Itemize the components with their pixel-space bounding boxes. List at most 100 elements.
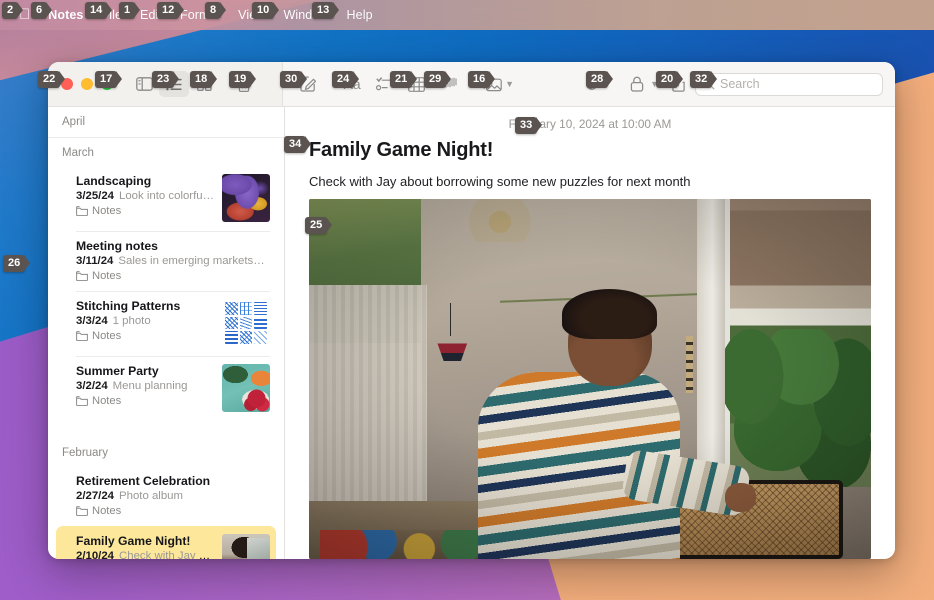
note-snippet: Sales in emerging markets… <box>118 255 265 267</box>
search-input[interactable] <box>720 77 875 91</box>
note-title: Landscaping <box>76 174 152 188</box>
window-body: April March Landscaping 3/25/24 Look into… <box>48 107 895 559</box>
note-photo[interactable] <box>309 199 871 559</box>
note-meta: Stitching Patterns 3/3/24 1 photo Notes <box>76 299 214 342</box>
note-snippet: Menu planning <box>112 380 188 392</box>
annotation-tag-8: 8 <box>205 2 227 19</box>
annotation-tag-34: 34 <box>284 136 312 153</box>
note-folder-label: Notes <box>92 330 122 342</box>
note-folder: Notes <box>76 330 214 342</box>
note-timestamp: February 10, 2024 at 10:00 AM <box>508 117 672 131</box>
annotation-tag-20: 20 <box>656 71 684 88</box>
note-title: Family Game Night! <box>76 534 191 548</box>
note-folder-label: Notes <box>92 205 122 217</box>
note-folder: Notes <box>76 205 214 217</box>
list-item[interactable]: Stitching Patterns 3/3/24 1 photo Notes <box>56 291 276 356</box>
annotation-tag-32: 32 <box>690 71 718 88</box>
annotation-tag-17: 17 <box>95 71 123 88</box>
notes-list-sidebar[interactable]: April March Landscaping 3/25/24 Look into… <box>48 107 285 559</box>
annotation-tag-25: 25 <box>305 217 333 234</box>
note-title: Stitching Patterns <box>76 299 181 313</box>
folder-icon <box>76 331 88 341</box>
annotation-tag-2: 2 <box>2 2 24 19</box>
note-folder: Notes <box>76 395 214 407</box>
annotation-tag-14: 14 <box>85 2 113 19</box>
annotation-tag-10: 10 <box>252 2 280 19</box>
annotation-tag-30: 30 <box>280 71 308 88</box>
note-date: 3/3/24 <box>76 315 108 327</box>
note-detail-title[interactable]: Family Game Night! <box>285 135 895 162</box>
note-date: 3/11/24 <box>76 255 114 267</box>
note-subtitle: 2/27/24 Photo album <box>76 490 270 502</box>
note-folder-label: Notes <box>92 505 122 517</box>
annotation-tag-22: 22 <box>38 71 66 88</box>
media-chevron-down-icon[interactable]: ▼ <box>505 79 514 89</box>
list-item[interactable]: Summer Party 3/2/24 Menu planning Notes <box>56 356 276 421</box>
note-subtitle: 2/10/24 Check with Jay a… <box>76 550 214 559</box>
folder-icon <box>76 271 88 281</box>
note-detail-body[interactable]: Check with Jay about borrowing some new … <box>285 162 895 199</box>
note-folder-label: Notes <box>92 270 122 282</box>
annotation-tag-19: 19 <box>229 71 257 88</box>
note-subtitle: 3/25/24 Look into colorfu… <box>76 190 214 202</box>
list-item-selected[interactable]: Family Game Night! 2/10/24 Check with Jay… <box>56 526 276 559</box>
note-thumbnail <box>222 174 270 222</box>
annotation-tag-12: 12 <box>157 2 185 19</box>
annotation-tag-29: 29 <box>424 71 452 88</box>
annotation-tag-1: 1 <box>119 2 141 19</box>
note-subtitle: 3/3/24 1 photo <box>76 315 214 327</box>
note-title: Summer Party <box>76 364 159 378</box>
note-meta: Summer Party 3/2/24 Menu planning Notes <box>76 364 214 407</box>
note-thumbnail <box>222 534 270 559</box>
note-snippet: 1 photo <box>112 315 151 327</box>
note-meta: Meeting notes 3/11/24 Sales in emerging m… <box>76 239 270 282</box>
month-header-february: February <box>62 447 109 459</box>
annotation-tag-28: 28 <box>586 71 614 88</box>
note-date: 2/10/24 <box>76 550 115 559</box>
photo-vignette <box>309 199 871 559</box>
month-header-april: April <box>48 107 284 138</box>
note-subtitle: 3/2/24 Menu planning <box>76 380 214 392</box>
note-folder: Notes <box>76 505 270 517</box>
annotation-tag-26: 26 <box>3 255 31 272</box>
note-meta: Family Game Night! 2/10/24 Check with Jay… <box>76 534 214 559</box>
note-photo-container <box>285 199 895 559</box>
note-folder: Notes <box>76 270 270 282</box>
folder-icon <box>76 396 88 406</box>
note-date: 2/27/24 <box>76 490 115 502</box>
list-item[interactable]: Meeting notes 3/11/24 Sales in emerging m… <box>56 231 276 291</box>
annotation-tag-21: 21 <box>390 71 418 88</box>
note-meta: Landscaping 3/25/24 Look into colorfu… No… <box>76 174 214 217</box>
note-snippet: Photo album <box>119 490 183 502</box>
annotation-tag-18: 18 <box>190 71 218 88</box>
desktop:  Notes File Edit Format View Window Hel… <box>0 0 934 600</box>
annotation-tag-13: 13 <box>312 2 340 19</box>
annotation-tag-23: 23 <box>152 71 180 88</box>
folder-icon <box>76 506 88 516</box>
note-thumbnail <box>222 364 270 412</box>
note-date: 3/2/24 <box>76 380 108 392</box>
note-thumbnail <box>222 299 270 347</box>
minimize-button[interactable] <box>81 78 93 90</box>
list-item[interactable]: Landscaping 3/25/24 Look into colorfu… No… <box>56 166 276 231</box>
notes-window: Aa <box>48 62 895 559</box>
note-meta: Retirement Celebration 2/27/24 Photo albu… <box>76 474 270 517</box>
annotation-tag-6: 6 <box>31 2 53 19</box>
note-subtitle: 3/11/24 Sales in emerging markets… <box>76 255 270 267</box>
list-item[interactable]: Retirement Celebration 2/27/24 Photo albu… <box>56 466 276 526</box>
note-snippet: Look into colorfu… <box>119 190 214 202</box>
note-snippet: Check with Jay a… <box>119 550 214 559</box>
annotation-tag-33: 33 <box>515 117 543 134</box>
annotation-tag-16: 16 <box>468 71 496 88</box>
note-folder-label: Notes <box>92 395 122 407</box>
month-header-march: March <box>62 147 94 159</box>
note-date: 3/25/24 <box>76 190 115 202</box>
note-title: Meeting notes <box>76 239 158 253</box>
lock-icon[interactable] <box>622 71 652 97</box>
search-field[interactable] <box>695 72 883 96</box>
menu-item-help[interactable]: Help <box>338 0 382 30</box>
note-detail-pane[interactable]: February 10, 2024 at 10:00 AM Family Gam… <box>285 107 895 559</box>
note-title: Retirement Celebration <box>76 474 211 488</box>
folder-icon <box>76 206 88 216</box>
annotation-tag-24: 24 <box>332 71 360 88</box>
